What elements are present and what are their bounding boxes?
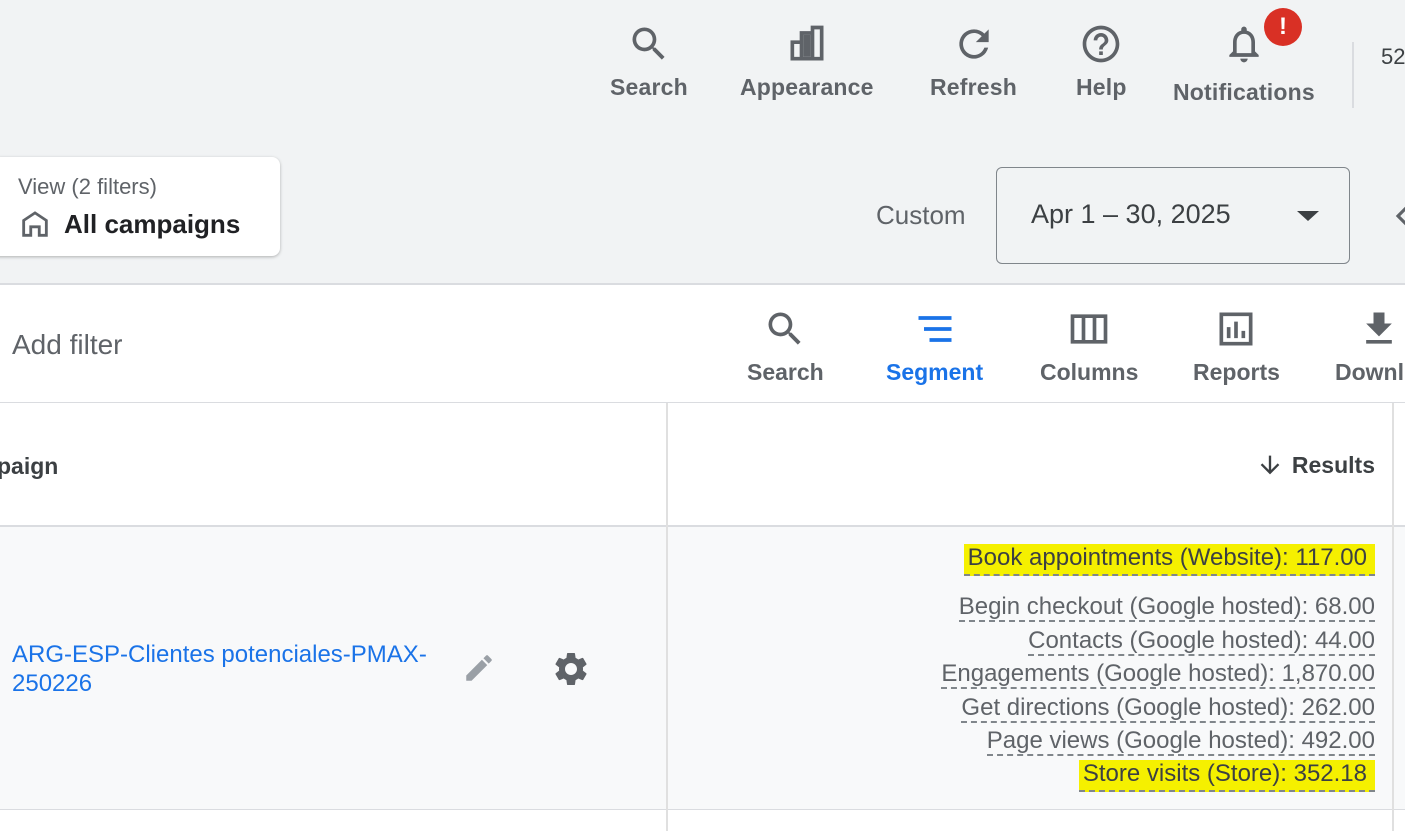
results-cell: Book appointments (Website): 117.00 Begi… <box>941 541 1375 793</box>
table-row: ARG-ESP-Clientes potenciales-PMAX-250226… <box>0 527 1405 810</box>
result-text: Engagements (Google hosted): 1,870.00 <box>941 660 1375 690</box>
columns-icon <box>1070 314 1108 344</box>
toolbar-divider <box>1352 42 1354 108</box>
date-range-picker[interactable]: Apr 1 – 30, 2025 <box>996 167 1350 264</box>
view-filters-label: View (2 filters) <box>18 174 157 199</box>
column-divider <box>666 403 668 831</box>
refresh-icon <box>958 29 989 59</box>
results-column-header[interactable]: Results <box>1256 451 1375 479</box>
results-header-label: Results <box>1291 451 1375 478</box>
sort-arrow-down-icon <box>1260 455 1280 475</box>
segment-icon <box>918 316 952 342</box>
result-text: Contacts (Google hosted): 44.00 <box>1028 626 1375 656</box>
result-store-visits[interactable]: Store visits (Store): 352.18 <box>941 757 1375 793</box>
table-search-label: Search <box>747 359 824 385</box>
help-label: Help <box>1076 74 1127 100</box>
notifications-button[interactable]: ! Notifications <box>1173 8 1315 106</box>
column-divider <box>1392 403 1394 831</box>
download-button[interactable]: Downl <box>1335 307 1404 386</box>
columns-button[interactable]: Columns <box>1040 307 1138 386</box>
result-get-directions[interactable]: Get directions (Google hosted): 262.00 <box>941 691 1375 724</box>
refresh-label: Refresh <box>930 74 1018 100</box>
refresh-button[interactable]: Refresh <box>930 22 1017 101</box>
download-label: Downl <box>1335 359 1404 385</box>
help-button[interactable]: Help <box>1076 22 1127 101</box>
date-range-value: Apr 1 – 30, 2025 <box>1031 199 1231 229</box>
reports-label: Reports <box>1193 359 1280 385</box>
top-bar: Search Appearance Refresh Help ! Notific… <box>0 0 1405 150</box>
result-text: Book appointments (Website): 117.00 <box>963 544 1375 576</box>
notifications-label: Notifications <box>1173 79 1315 105</box>
filter-toolbar: Add filter Search Segment Columns Report… <box>0 283 1405 403</box>
notification-badge: ! <box>1263 8 1302 46</box>
result-book-appointments[interactable]: Book appointments (Website): 117.00 <box>941 541 1375 576</box>
appearance-icon <box>790 25 824 61</box>
table-header: paign Results <box>0 403 1405 527</box>
result-text: Store visits (Store): 352.18 <box>1078 760 1375 793</box>
add-filter-button[interactable]: Add filter <box>12 329 123 361</box>
result-begin-checkout[interactable]: Begin checkout (Google hosted): 68.00 <box>941 590 1375 623</box>
chevron-left-icon[interactable] <box>1388 198 1405 234</box>
result-engagements[interactable]: Engagements (Google hosted): 1,870.00 <box>941 657 1375 690</box>
result-text: Page views (Google hosted): 492.00 <box>986 727 1375 757</box>
date-preset-label: Custom <box>876 200 966 230</box>
table-search-button[interactable]: Search <box>747 307 824 386</box>
search-icon <box>768 312 801 345</box>
segment-label: Segment <box>886 359 984 385</box>
appearance-label: Appearance <box>740 74 874 100</box>
view-title-row: All campaigns <box>18 207 240 241</box>
reports-icon <box>1219 312 1253 346</box>
store-icon <box>22 211 48 237</box>
campaign-column-header[interactable]: paign <box>0 453 58 480</box>
pencil-icon[interactable] <box>462 651 496 685</box>
account-id[interactable]: 52 <box>1381 44 1405 70</box>
view-selector[interactable]: View (2 filters) All campaigns <box>0 157 280 256</box>
result-text: Get directions (Google hosted): 262.00 <box>961 693 1375 723</box>
appearance-button[interactable]: Appearance <box>740 22 874 101</box>
help-icon <box>1082 25 1120 63</box>
result-contacts[interactable]: Contacts (Google hosted): 44.00 <box>941 624 1375 657</box>
next-table-row <box>0 810 1405 831</box>
gear-icon[interactable] <box>551 649 591 689</box>
top-search-label: Search <box>610 74 688 100</box>
result-page-views[interactable]: Page views (Google hosted): 492.00 <box>941 724 1375 757</box>
campaign-name-link[interactable]: ARG-ESP-Clientes potenciales-PMAX-250226 <box>12 640 442 698</box>
chevron-down-icon <box>1297 211 1319 221</box>
top-search-button[interactable]: Search <box>610 22 688 101</box>
result-text: Begin checkout (Google hosted): 68.00 <box>958 593 1375 623</box>
view-title: All campaigns <box>64 208 241 239</box>
bell-icon <box>1229 26 1259 63</box>
reports-button[interactable]: Reports <box>1193 307 1280 386</box>
columns-label: Columns <box>1040 359 1139 385</box>
segment-button[interactable]: Segment <box>886 307 983 386</box>
search-icon <box>632 27 665 60</box>
download-icon <box>1366 312 1392 344</box>
